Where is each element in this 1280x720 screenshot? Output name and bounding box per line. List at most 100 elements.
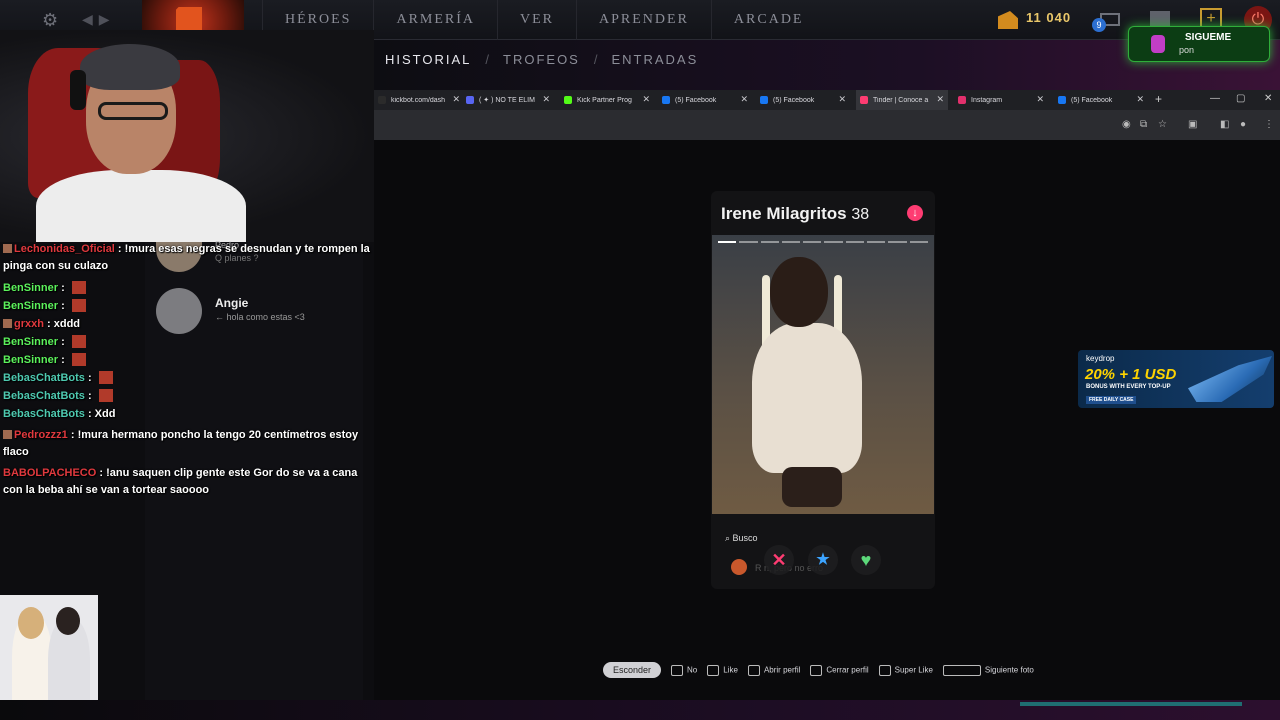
- tab-close-icon[interactable]: ✕: [838, 94, 846, 105]
- nav-armory[interactable]: ARMERÍA: [373, 0, 497, 40]
- browser-tab-strip: kickbot.com/dash ✕ ( ✦ ) NO TE ELIM ✕ Ki…: [374, 90, 1280, 110]
- tab-favicon-icon: [378, 96, 386, 104]
- subnav-trophies[interactable]: TROFEOS: [503, 52, 580, 67]
- tab-close-icon[interactable]: ✕: [1136, 94, 1144, 105]
- chat-username[interactable]: BABOLPACHECO: [3, 467, 96, 479]
- subnav-separator: /: [593, 52, 598, 67]
- moderator-badge-icon: [3, 244, 12, 253]
- minimize-icon[interactable]: —: [1210, 93, 1220, 104]
- tab-favicon-icon: [662, 96, 670, 104]
- ad-bonus: BONUS WITH EVERY TOP-UP: [1086, 384, 1171, 390]
- bookmark-star-icon[interactable]: ☆: [1158, 119, 1167, 130]
- location-icon[interactable]: ◉: [1122, 119, 1131, 130]
- nav-watch[interactable]: VER: [497, 0, 576, 40]
- browser-tab[interactable]: (5) Facebook ✕: [662, 90, 748, 110]
- key-up-icon: [747, 664, 760, 676]
- info-arrow-icon[interactable]: ↓: [907, 205, 923, 221]
- chat-text: :: [84, 390, 95, 402]
- profile-name: Irene Milagritos: [721, 204, 847, 223]
- follow-subtext: pon: [1179, 45, 1195, 55]
- browser-toolbar: ◉ ⧉ ☆ ▣ ◧ ● ⋮: [374, 110, 1280, 140]
- profile-card[interactable]: Irene Milagritos 38 ↓ ⌕ Busco R n, pero …: [711, 191, 935, 589]
- tab-favicon-icon: [564, 96, 572, 104]
- webcam-detail: [98, 102, 168, 120]
- tab-favicon-icon: [760, 96, 768, 104]
- key-left-icon: [671, 664, 684, 676]
- chat-username[interactable]: BenSinner: [3, 354, 58, 366]
- profile-age: 38: [851, 206, 870, 223]
- photo-progress-bars: [718, 241, 928, 243]
- tab-label: Instagram: [971, 96, 1003, 104]
- new-tab-icon[interactable]: +: [1155, 92, 1162, 106]
- nav-arcade[interactable]: ARCADE: [710, 0, 826, 40]
- menu-dots-icon[interactable]: ⋮: [1264, 119, 1274, 130]
- webcam-overlay: [0, 30, 374, 242]
- chat-username[interactable]: Lechonidas_Oficial: [14, 243, 115, 255]
- instagram-favicon-icon: [958, 96, 966, 104]
- extension-icon[interactable]: ◧: [1220, 119, 1229, 130]
- browser-tab[interactable]: kickbot.com/dash ✕: [378, 90, 460, 110]
- browser-tab[interactable]: (5) Facebook ✕: [1058, 90, 1144, 110]
- chat-username[interactable]: BebasChatBots: [3, 372, 85, 384]
- chat-username[interactable]: BenSinner: [3, 300, 58, 312]
- tab-close-icon[interactable]: ✕: [542, 94, 550, 105]
- key-enter-icon: [878, 664, 891, 676]
- browser-tab[interactable]: Kick Partner Prog ✕: [564, 90, 650, 110]
- browser-tab-active[interactable]: Tinder | Conoce a ✕: [856, 90, 948, 110]
- hint-label: Cerrar perfil: [826, 665, 869, 675]
- keydrop-ad[interactable]: keydrop 20% + 1 USD BONUS WITH EVERY TOP…: [1078, 350, 1274, 408]
- maximize-icon[interactable]: ▢: [1236, 93, 1245, 104]
- photo-progress-bar: [781, 241, 801, 243]
- profile-title: Irene Milagritos 38: [721, 204, 869, 224]
- extensions-icon[interactable]: ▣: [1188, 119, 1197, 130]
- browser-tab[interactable]: (5) Facebook ✕: [760, 90, 846, 110]
- tab-label: ( ✦ ) NO TE ELIM: [479, 97, 535, 104]
- tab-close-icon[interactable]: ✕: [936, 94, 944, 105]
- photo-progress-bar: [803, 241, 822, 243]
- tab-close-icon[interactable]: ✕: [740, 94, 748, 105]
- photo-detail: [782, 467, 842, 507]
- subnav-separator: /: [485, 52, 490, 67]
- photo-progress-bar: [760, 241, 779, 243]
- chat-text: :: [84, 372, 95, 384]
- tab-favicon-icon: [466, 96, 474, 104]
- profile-icon[interactable]: ●: [1240, 119, 1246, 130]
- chat-username[interactable]: BebasChatBots: [3, 390, 85, 402]
- hint-label: Siguiente foto: [984, 665, 1034, 675]
- subnav-history[interactable]: HISTORIAL: [385, 52, 471, 67]
- kick-logo-icon: [1151, 35, 1165, 53]
- emote-icon: [98, 389, 113, 402]
- chat-message: BenSinner :: [3, 279, 371, 297]
- chat-username[interactable]: BenSinner: [3, 282, 58, 294]
- notification-badge: 9: [1092, 18, 1106, 32]
- chat-username[interactable]: BenSinner: [3, 336, 58, 348]
- hide-button[interactable]: Esconder: [603, 662, 662, 678]
- nav-arrows-icon[interactable]: ◀▶: [82, 11, 116, 28]
- profile-photo[interactable]: [712, 235, 934, 514]
- photo-detail: [770, 257, 828, 327]
- gold-icon: [998, 11, 1018, 29]
- hint-nope: No: [671, 664, 697, 676]
- tab-close-icon[interactable]: ✕: [1036, 94, 1044, 105]
- share-icon[interactable]: ⧉: [1140, 119, 1147, 130]
- like-button[interactable]: ♥: [851, 545, 881, 575]
- photo-progress-bar: [718, 241, 737, 243]
- looking-for: ⌕ Busco: [725, 533, 758, 543]
- photo-progress-bar: [845, 241, 865, 243]
- browser-tab[interactable]: Instagram ✕: [958, 90, 1044, 110]
- ad-brand: keydrop: [1086, 354, 1115, 363]
- gear-icon[interactable]: ⚙: [42, 10, 58, 31]
- nope-button[interactable]: ✕: [764, 545, 794, 575]
- chat-username[interactable]: Pedrozzz1: [14, 429, 68, 441]
- chat-username[interactable]: BebasChatBots: [3, 408, 85, 420]
- super-like-button[interactable]: ★: [808, 545, 838, 575]
- tab-close-icon[interactable]: ✕: [452, 94, 460, 105]
- subnav-tickets[interactable]: ENTRADAS: [611, 52, 698, 67]
- tab-close-icon[interactable]: ✕: [642, 94, 650, 105]
- chat-username[interactable]: grxxh: [14, 318, 44, 330]
- headphones-icon: [70, 70, 86, 110]
- chat-text: :: [58, 300, 68, 312]
- browser-tab[interactable]: ( ✦ ) NO TE ELIM ✕: [466, 90, 550, 110]
- nav-learn[interactable]: APRENDER: [576, 0, 711, 40]
- window-close-icon[interactable]: ✕: [1264, 93, 1272, 104]
